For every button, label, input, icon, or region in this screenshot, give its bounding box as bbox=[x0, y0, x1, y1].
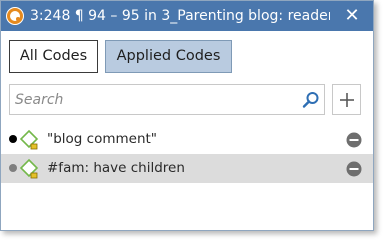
close-icon: ✕ bbox=[344, 5, 360, 26]
remove-code-icon[interactable] bbox=[346, 161, 362, 177]
code-row-fam-have-children[interactable]: #fam: have children bbox=[1, 154, 373, 183]
search-input[interactable] bbox=[15, 89, 295, 111]
search-icon[interactable] bbox=[302, 91, 320, 109]
add-code-button[interactable] bbox=[332, 84, 361, 115]
applied-codes-list: "blog comment" #fam: have children bbox=[1, 125, 373, 183]
title-bar[interactable]: 3:248 ¶ 94 – 95 in 3_Parenting blog: rea… bbox=[1, 1, 373, 31]
remove-code-icon[interactable] bbox=[346, 132, 362, 148]
code-bullet bbox=[9, 135, 17, 143]
tab-all-codes[interactable]: All Codes bbox=[9, 40, 98, 73]
code-row-blog-comment[interactable]: "blog comment" bbox=[1, 125, 373, 154]
close-button[interactable]: ✕ bbox=[341, 5, 363, 27]
plus-icon bbox=[340, 93, 354, 107]
app-logo-icon bbox=[6, 7, 24, 25]
applied-codes-window: 3:248 ¶ 94 – 95 in 3_Parenting blog: rea… bbox=[0, 0, 374, 231]
code-label: #fam: have children bbox=[47, 160, 185, 176]
code-bullet bbox=[9, 164, 17, 172]
code-diamond-icon bbox=[19, 158, 39, 179]
code-diamond-icon bbox=[19, 129, 39, 150]
window-title: 3:248 ¶ 94 – 95 in 3_Parenting blog: rea… bbox=[30, 8, 330, 24]
search-box bbox=[9, 84, 325, 115]
code-label: "blog comment" bbox=[47, 131, 157, 147]
tab-applied-codes[interactable]: Applied Codes bbox=[105, 40, 232, 73]
